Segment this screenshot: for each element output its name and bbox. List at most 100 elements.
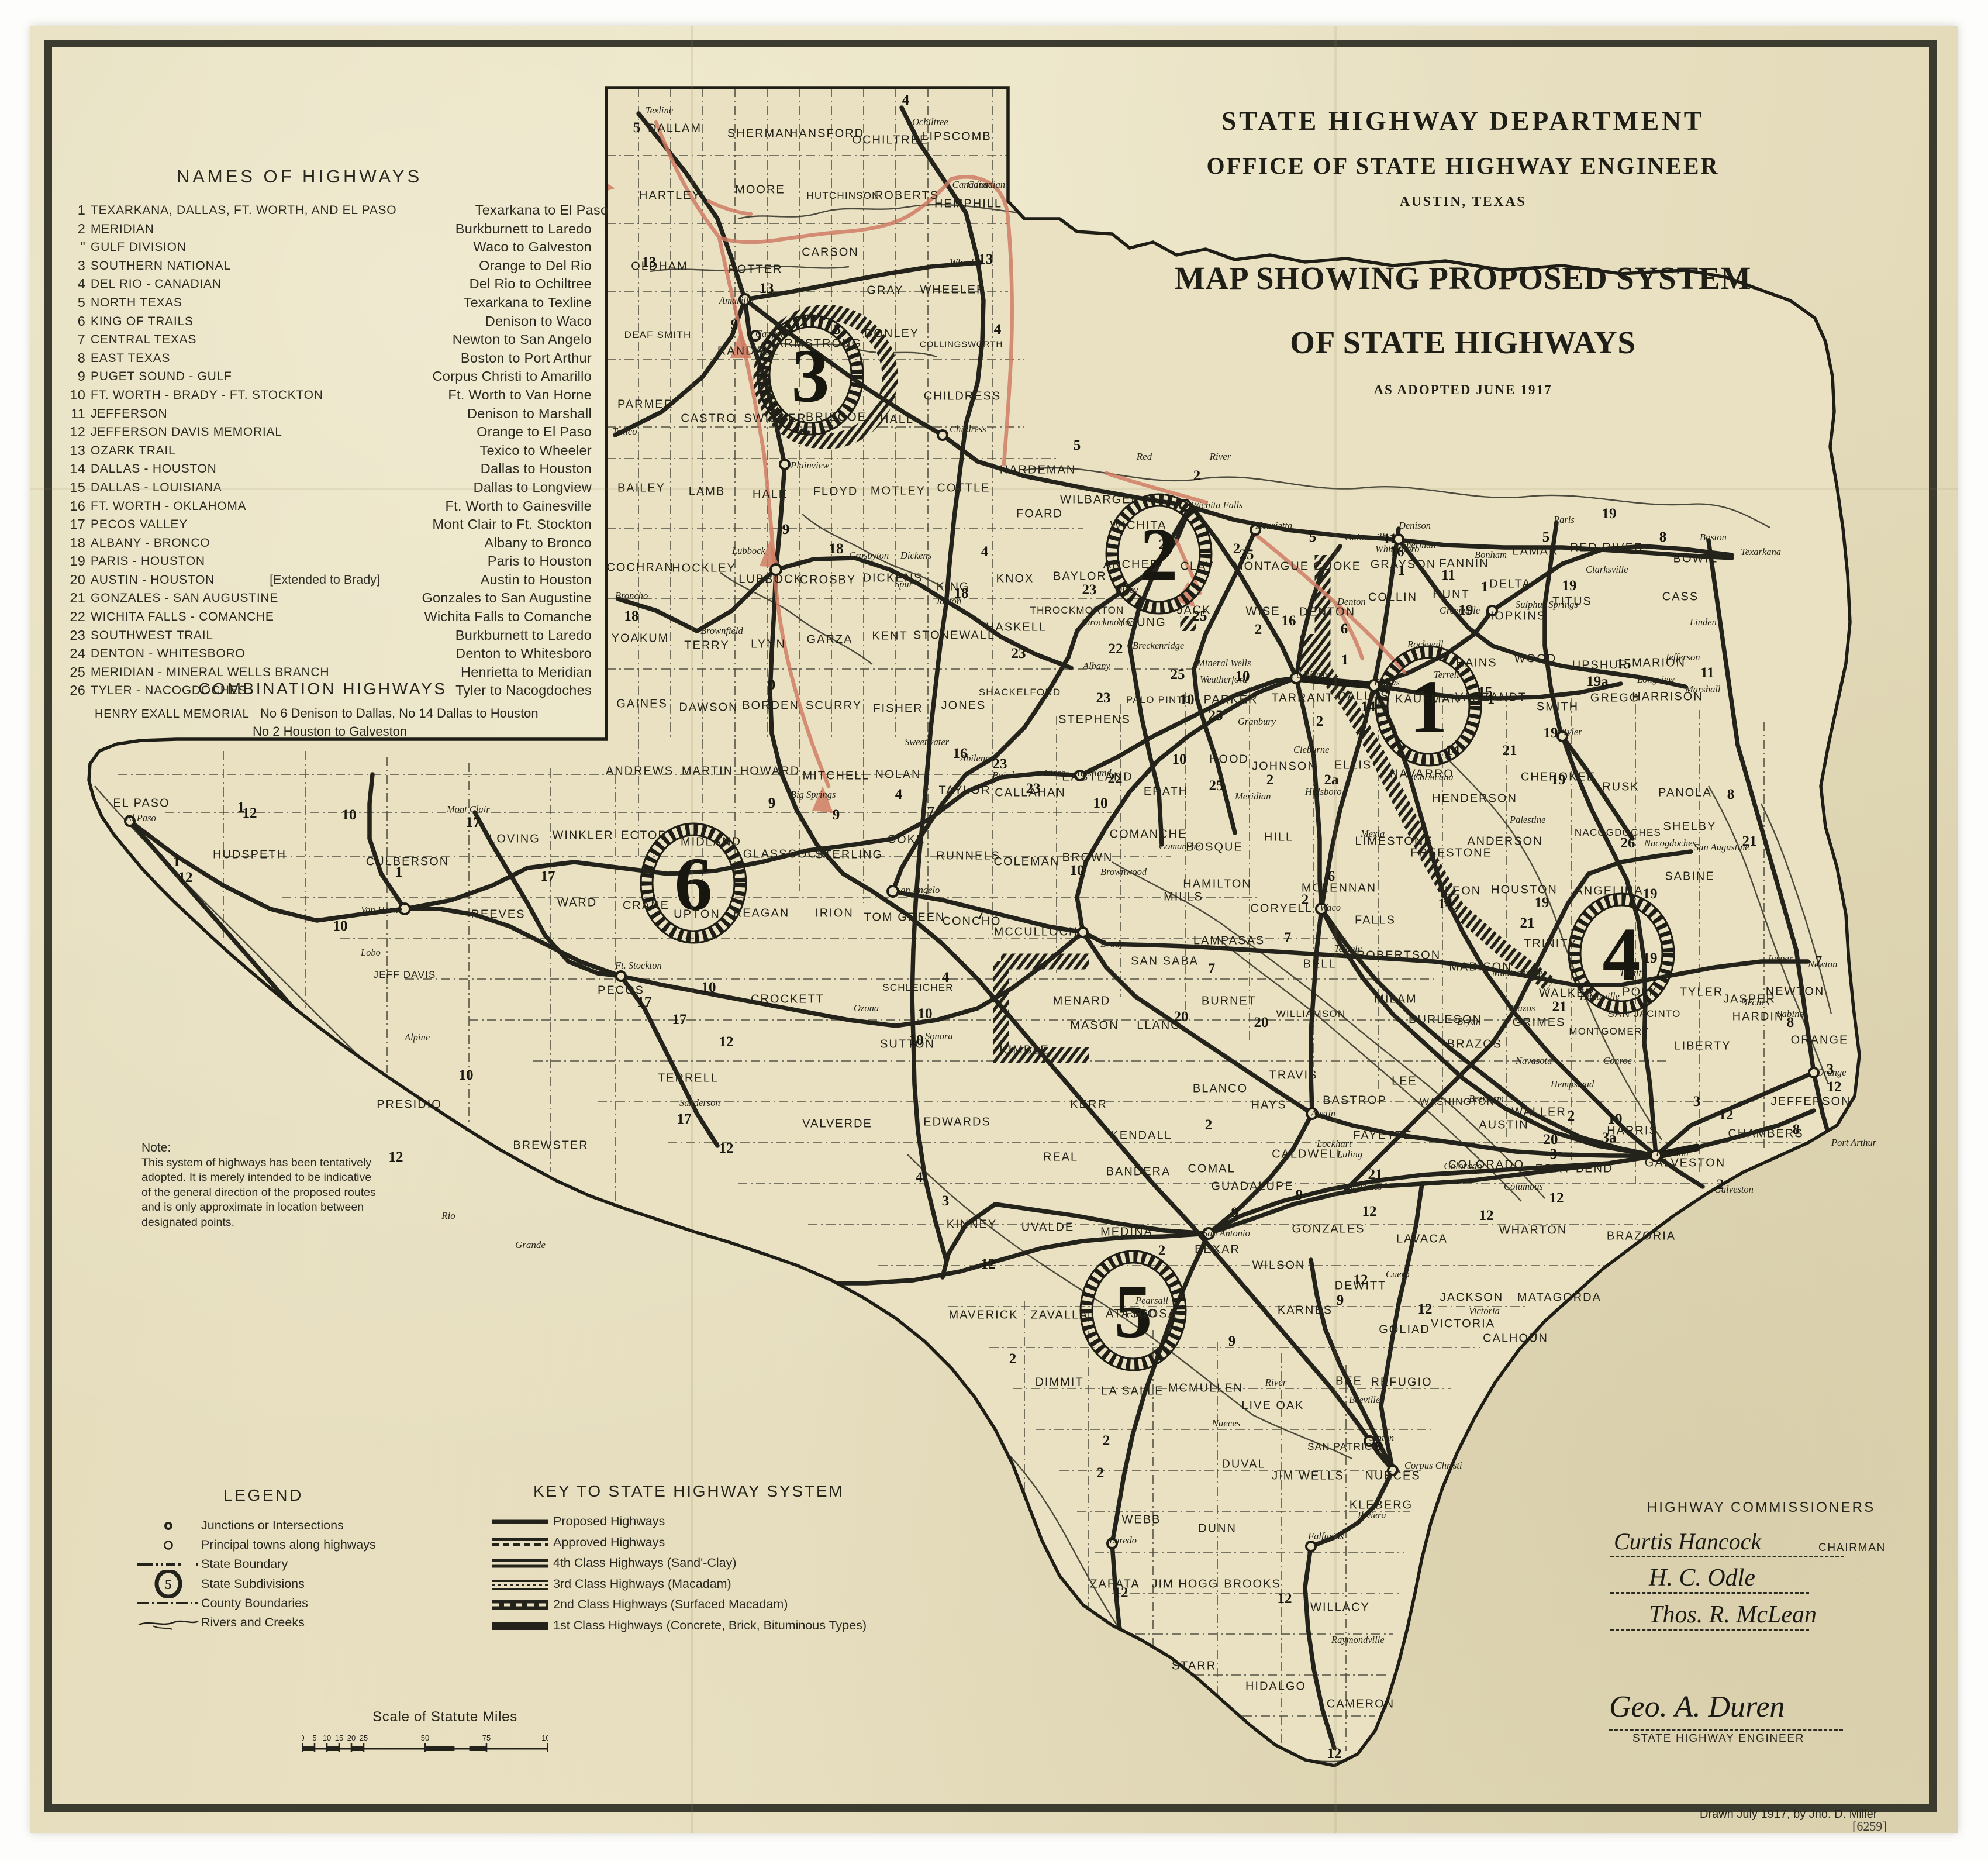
highway-name: Austin - Houston — [91, 573, 215, 587]
combination-routes-1: No 6 Denison to Dallas, No 14 Dallas to … — [260, 706, 539, 721]
combination-highways-line2: No 2 Houston to Galveston — [253, 724, 408, 739]
river-label: Neches — [1741, 997, 1770, 1008]
highway-row: 12 Jefferson Davis Memorial Orange to El P… — [65, 423, 592, 442]
key-label: 3rd Class Highways (Macadam) — [553, 1576, 731, 1591]
highway-extension-note — [222, 478, 387, 497]
highway-extension-note — [188, 515, 387, 534]
legend-item: Principal towns along highways — [136, 1535, 376, 1555]
river-label: Grande — [515, 1239, 546, 1250]
highway-number: 9 — [77, 368, 85, 384]
key-symbol — [492, 1511, 553, 1532]
svg-text:100: 100 — [541, 1734, 548, 1742]
signature-role: CHAIRMAN — [1818, 1542, 1886, 1554]
third-class-highway-icon — [492, 1579, 548, 1590]
key-label: 2nd Class Highways (Surfaced Macadam) — [553, 1597, 788, 1612]
highway-row: 20 Austin - Houston [Extended to Brady] Aus… — [65, 571, 592, 590]
highway-name: Dallas - Houston — [91, 462, 217, 476]
highway-name: Del Rio - Canadian — [91, 277, 222, 291]
highway-number: 12 — [70, 424, 85, 440]
highway-name: King of Trails — [91, 314, 194, 328]
map-title-line1: MAP SHOWING PROPOSED SYSTEM — [1174, 260, 1752, 296]
highway-row: 2 Meridian Burkburnett to Laredo — [65, 220, 592, 239]
highway-endpoints: Denison to Marshall — [467, 405, 592, 421]
highway-extension-note — [175, 442, 387, 460]
signature: H. C. Odle — [1649, 1564, 1755, 1591]
accession-number: [6259] — [1852, 1819, 1887, 1834]
highway-name: Paris - Houston — [91, 554, 205, 568]
highway-row: 15 Dallas - Louisiana Dallas to Longview — [65, 478, 592, 497]
proposed-highway-icon — [492, 1519, 548, 1524]
highway-number: 4 — [77, 276, 85, 292]
river-line-icon — [138, 1620, 199, 1630]
river-label: Sabine — [1776, 1008, 1804, 1019]
highway-number: 22 — [70, 609, 85, 625]
highway-row: 25 Meridian - Mineral Wells Branch Henriet… — [65, 663, 592, 682]
highway-name: East Texas — [91, 351, 171, 365]
highway-row: 21 Gonzales - San Augustine Gonzales to Sa… — [65, 589, 592, 608]
highway-extension-note — [210, 534, 387, 553]
key-label: Approved Highways — [553, 1535, 665, 1549]
highway-name: Gulf Division — [91, 240, 187, 254]
highway-name: Texarkana, Dallas, Ft. Worth, and El Pas… — [91, 204, 397, 217]
svg-text:75: 75 — [482, 1734, 491, 1742]
highway-name: Pecos Valley — [91, 518, 188, 532]
key-heading: KEY TO STATE HIGHWAY SYSTEM — [533, 1482, 844, 1500]
highway-endpoints: Denison to Waco — [485, 313, 592, 329]
state-boundary-icon — [137, 1563, 198, 1566]
highway-number: " — [80, 239, 85, 255]
highway-number: 8 — [77, 350, 85, 366]
highway-endpoints: Waco to Galveston — [473, 239, 592, 255]
highway-endpoints: Dallas to Houston — [480, 461, 592, 477]
highway-row: 6 King of Trails Denison to Waco — [65, 312, 592, 331]
highway-endpoints: Denton to Whitesboro — [455, 646, 592, 661]
town-circle-icon — [164, 1540, 173, 1550]
highway-row: 8 East Texas Boston to Port Arthur — [65, 349, 592, 368]
map-sheet: 321645 DALLAM SHERMAN HANSFORD OCHILTREE LIP… — [30, 26, 1958, 1833]
first-class-highway-icon — [492, 1621, 548, 1630]
highway-row: 22 Wichita Falls - Comanche Wichita Falls … — [65, 608, 592, 626]
key-item: 3rd Class Highways (Macadam) — [492, 1574, 867, 1595]
highway-number: 11 — [71, 405, 85, 421]
highway-endpoints: Paris to Houston — [487, 553, 592, 569]
legend-item: County Boundaries — [136, 1594, 376, 1613]
legend-symbol — [136, 1613, 201, 1632]
highway-number: 25 — [70, 664, 85, 680]
highway-endpoints: Del Rio to Ochiltree — [469, 276, 592, 292]
highway-endpoints: Mont Clair to Ft. Stockton — [432, 516, 592, 532]
highway-name: Denton - Whitesboro — [91, 647, 246, 661]
highway-endpoints: Burkburnett to Laredo — [455, 220, 592, 236]
river-label: Nueces — [1212, 1418, 1241, 1429]
highway-row: 13 Ozark Trail Texico to Wheeler — [65, 442, 592, 460]
highway-endpoints: Orange to El Paso — [477, 424, 592, 440]
highway-row: 1 Texarkana, Dallas, Ft. Worth, and El Pa… — [65, 201, 608, 220]
highway-name: Southwest Trail — [91, 628, 213, 642]
approved-highway-icon — [492, 1538, 548, 1546]
signature: Curtis Hancock — [1614, 1528, 1762, 1555]
highway-number: 3 — [77, 257, 85, 273]
highway-row: 10 Ft. Worth - Brady - Ft. Stockton Ft. Wo… — [65, 386, 592, 405]
highway-extension-note — [278, 589, 387, 608]
river-label: River — [1265, 1377, 1287, 1388]
highway-endpoints: Henrietta to Meridian — [460, 664, 592, 680]
highway-extension-note — [329, 663, 387, 682]
highway-name: Ozark Trail — [91, 443, 176, 457]
highway-number: 17 — [70, 516, 85, 532]
legend-label: State Subdivisions — [201, 1576, 305, 1591]
drawn-credit: Drawn July 1917, by Jno. D. Miller — [1700, 1808, 1877, 1821]
key-item: 4th Class Highways (Sand'-Clay) — [492, 1553, 867, 1574]
svg-text:20: 20 — [347, 1734, 356, 1742]
highway-name: Jefferson — [91, 406, 168, 421]
agency-name: STATE HIGHWAY DEPARTMENT — [1221, 106, 1705, 136]
highway-row: 19 Paris - Houston Paris to Houston — [65, 552, 592, 571]
highway-name: Ft. Worth - Oklahoma — [91, 499, 247, 513]
signature: Thos. R. McLean — [1649, 1601, 1817, 1628]
highway-number: 10 — [70, 387, 85, 402]
highway-endpoints: Boston to Port Arthur — [460, 350, 592, 366]
highway-extension-note: [Extended to Brady] — [270, 572, 380, 587]
highway-row: 3 Southern National Orange to Del Rio — [65, 257, 592, 275]
highway-row: " Gulf Division Waco to Galveston — [65, 238, 592, 257]
highway-extension-note — [282, 423, 387, 442]
second-class-highway-icon — [492, 1600, 548, 1610]
legend-heading: LEGEND — [223, 1486, 303, 1504]
highway-extension-note — [232, 367, 387, 386]
